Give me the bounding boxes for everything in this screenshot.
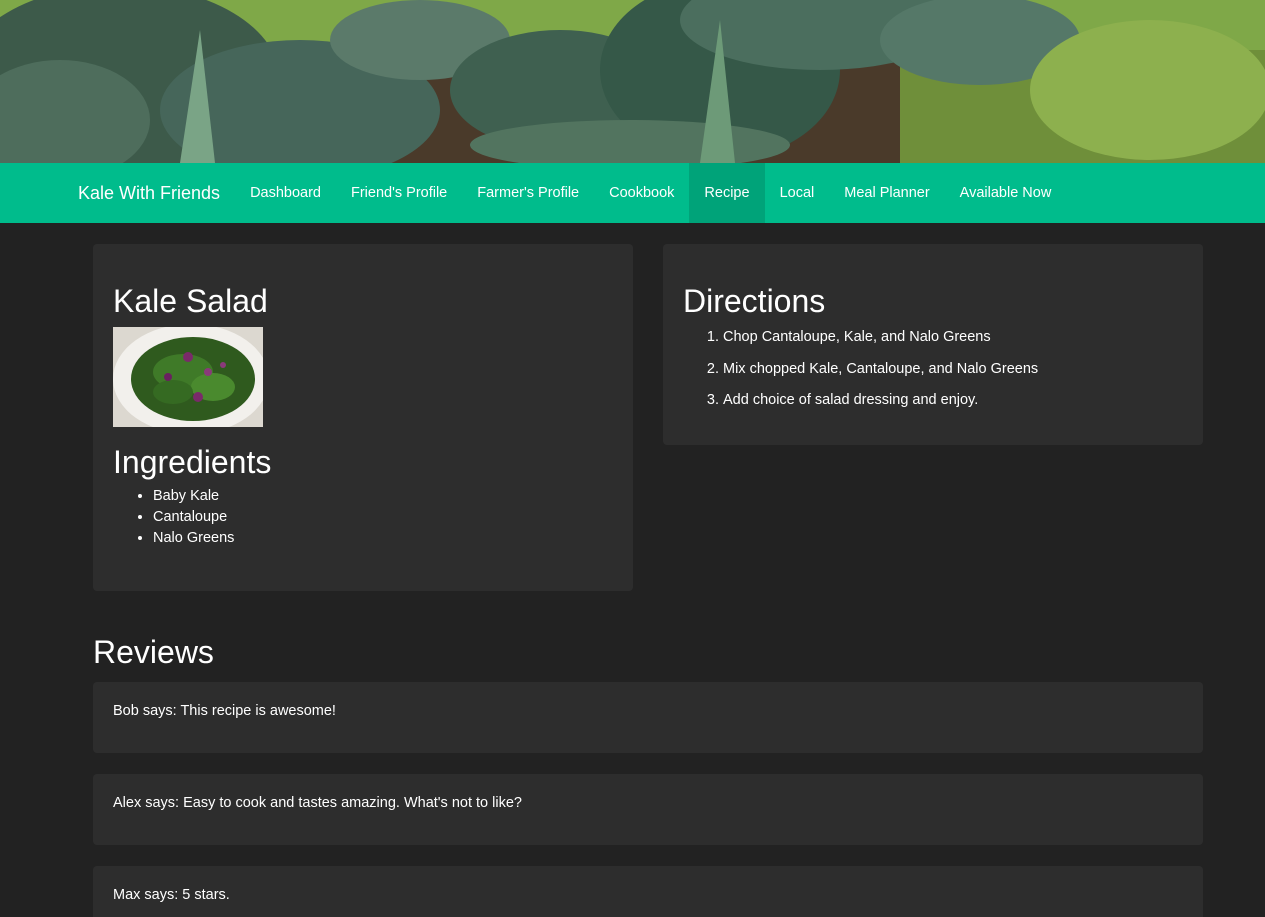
ingredients-title: Ingredients <box>113 444 272 481</box>
ingredient-item: Baby Kale <box>153 486 613 507</box>
main-content: Kale Salad Ingredients Bab <box>0 223 1265 917</box>
review-card: Max says: 5 stars. <box>93 866 1203 917</box>
recipe-panel: Kale Salad Ingredients Bab <box>93 244 633 591</box>
nav-cookbook[interactable]: Cookbook <box>594 163 689 223</box>
directions-list: Chop Cantaloupe, Kale, and Nalo Greens M… <box>683 327 1183 411</box>
ingredients-list: Baby Kale Cantaloupe Nalo Greens <box>113 486 613 549</box>
direction-step: Mix chopped Kale, Cantaloupe, and Nalo G… <box>723 359 1183 380</box>
recipe-row: Kale Salad Ingredients Bab <box>93 244 1203 591</box>
kale-garden-image <box>0 0 1265 163</box>
salad-photo <box>113 327 263 428</box>
direction-step: Add choice of salad dressing and enjoy. <box>723 390 1183 411</box>
ingredient-item: Nalo Greens <box>153 528 613 549</box>
ingredient-item: Cantaloupe <box>153 507 613 528</box>
review-card: Bob says: This recipe is awesome! <box>93 682 1203 754</box>
reviews-title: Reviews <box>93 634 214 670</box>
nav-meal-planner[interactable]: Meal Planner <box>829 163 944 223</box>
nav-available-now[interactable]: Available Now <box>945 163 1067 223</box>
brand-link[interactable]: Kale With Friends <box>63 163 235 223</box>
nav-local[interactable]: Local <box>765 163 830 223</box>
recipe-title: Kale Salad <box>113 283 268 319</box>
nav-farmers-profile[interactable]: Farmer's Profile <box>462 163 594 223</box>
nav-recipe[interactable]: Recipe <box>689 163 765 223</box>
navbar: Kale With Friends Dashboard Friend's Pro… <box>0 163 1265 223</box>
nav-friends-profile[interactable]: Friend's Profile <box>336 163 462 223</box>
nav-dashboard[interactable]: Dashboard <box>235 163 336 223</box>
directions-panel: Directions Chop Cantaloupe, Kale, and Na… <box>663 244 1203 445</box>
review-card: Alex says: Easy to cook and tastes amazi… <box>93 774 1203 846</box>
directions-title: Directions <box>683 283 826 319</box>
direction-step: Chop Cantaloupe, Kale, and Nalo Greens <box>723 327 1183 348</box>
hero-banner <box>0 0 1265 163</box>
